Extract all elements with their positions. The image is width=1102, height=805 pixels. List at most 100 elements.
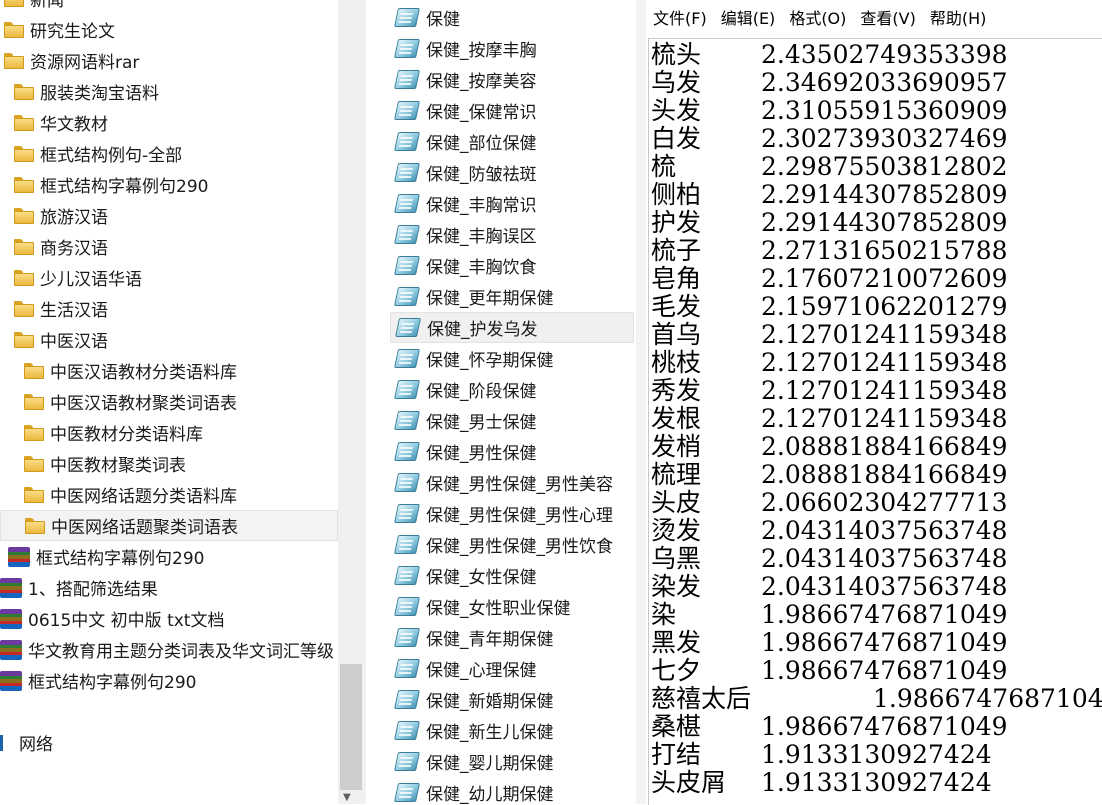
- scroll-down-arrow-icon[interactable]: ▼: [343, 792, 351, 804]
- tree-scrollbar-thumb[interactable]: [340, 664, 362, 790]
- file-list-item[interactable]: 保健_按摩美容: [390, 64, 634, 95]
- tree-item[interactable]: 中医网络话题分类语料库: [0, 479, 338, 510]
- text-line: 桑椹 1.98667476871049: [651, 713, 1008, 741]
- line-word: 染发: [651, 572, 702, 601]
- tree-item-label: 中医网络话题聚类词语表: [51, 518, 238, 538]
- text-document-icon: [393, 473, 421, 492]
- text-document-icon: [393, 380, 421, 399]
- tree-item[interactable]: 华文教育用主题分类词表及华文词汇等级: [0, 634, 338, 665]
- file-name: 保健_女性保健: [426, 568, 537, 588]
- notepad-text-area[interactable]: 梳头 2.43502749353398 乌发 2.34692033690957 头发 2.…: [648, 38, 1102, 805]
- file-list-item[interactable]: 保健_防皱祛斑: [390, 157, 634, 188]
- line-word: 侧柏: [651, 180, 702, 209]
- tree-item[interactable]: 华文教材: [0, 107, 338, 138]
- file-list-item[interactable]: 保健_心理保健: [390, 653, 634, 684]
- tree-item[interactable]: 0615中文 初中版 txt文档: [0, 603, 338, 634]
- line-score: 1.98667476871049: [761, 712, 1008, 741]
- tree-item[interactable]: 商务汉语: [0, 231, 338, 262]
- file-list-item[interactable]: 保健_男性保健_男性美容: [390, 467, 634, 498]
- tree-item-label: 生活汉语: [40, 301, 108, 321]
- tree-item[interactable]: 少儿汉语华语: [0, 262, 338, 293]
- menu-item[interactable]: 查看(V): [853, 6, 922, 32]
- text-document-icon: [393, 535, 421, 554]
- text-document-icon: [393, 101, 421, 120]
- file-list-item[interactable]: 保健_幼儿期保健: [390, 777, 634, 804]
- line-score: 2.31055915360909: [761, 96, 1008, 125]
- line-score: 2.30273930327469: [761, 124, 1008, 153]
- tree-item[interactable]: 框式结构字幕例句290: [0, 169, 338, 200]
- tree-item[interactable]: 中医教材分类语料库: [0, 417, 338, 448]
- menu-item[interactable]: 文件(F): [646, 6, 714, 32]
- tree-item[interactable]: 研究生论文: [0, 14, 338, 45]
- menu-item[interactable]: 格式(O): [782, 6, 853, 32]
- file-list-item[interactable]: 保健_按摩丰胸: [390, 33, 634, 64]
- line-word: 梳子: [651, 236, 702, 265]
- tree-scrollbar[interactable]: ▼: [338, 0, 366, 804]
- text-document-icon: [393, 349, 421, 368]
- line-word: 梳: [651, 152, 677, 181]
- tree-item[interactable]: 服装类淘宝语料: [0, 76, 338, 107]
- line-word: 头皮: [651, 488, 702, 517]
- tree-item[interactable]: 框式结构字幕例句290: [0, 541, 338, 572]
- line-score: 1.98667476871049: [761, 656, 1008, 685]
- line-word: 桃枝: [651, 348, 702, 377]
- text-document-icon: [393, 442, 421, 461]
- text-line: 头皮 2.06602304277713: [651, 489, 1008, 517]
- tree-item[interactable]: 框式结构字幕例句290: [0, 665, 338, 696]
- menu-item[interactable]: 编辑(E): [714, 6, 783, 32]
- tree-item-label: 商务汉语: [40, 239, 108, 259]
- line-score: 1.9133130927424: [761, 740, 992, 769]
- line-score: 1.98667476871049: [873, 684, 1102, 713]
- tree-item[interactable]: 中医汉语教材分类语料库: [0, 355, 338, 386]
- file-list-item[interactable]: 保健_新婚期保健: [390, 684, 634, 715]
- text-line: 护发 2.29144307852809: [651, 209, 1008, 237]
- file-list-item[interactable]: 保健_丰胸饮食: [390, 250, 634, 281]
- tree-item[interactable]: 新闻: [0, 0, 338, 14]
- file-list-item[interactable]: 保健_女性职业保健: [390, 591, 634, 622]
- text-line: 染发 2.04314037563748: [651, 573, 1008, 601]
- file-list-item[interactable]: 保健_丰胸误区: [390, 219, 634, 250]
- tree-item[interactable]: 中医汉语: [0, 324, 338, 355]
- file-list-item[interactable]: 保健_更年期保健: [390, 281, 634, 312]
- tree-item[interactable]: 中医网络话题聚类词语表: [0, 510, 338, 541]
- text-line: 梳头 2.43502749353398: [651, 41, 1008, 69]
- file-name: 保健_更年期保健: [426, 289, 554, 309]
- text-document-icon: [393, 628, 421, 647]
- file-list-item[interactable]: 保健_男性保健_男性心理: [390, 498, 634, 529]
- tree-item[interactable]: 资源网语料rar: [0, 45, 338, 76]
- file-list-item[interactable]: 保健_保健常识: [390, 95, 634, 126]
- file-list-item[interactable]: 保健_男性保健_男性饮食: [390, 529, 634, 560]
- tree-item[interactable]: 框式结构例句-全部: [0, 138, 338, 169]
- pane-divider[interactable]: [636, 0, 646, 804]
- menu-item[interactable]: 帮助(H): [923, 6, 994, 32]
- line-score: 2.34692033690957: [761, 68, 1008, 97]
- file-list-item[interactable]: 保健: [390, 2, 634, 33]
- file-list-item[interactable]: 保健_丰胸常识: [390, 188, 634, 219]
- file-list-item[interactable]: 保健_阶段保健: [390, 374, 634, 405]
- tree-item[interactable]: 中医汉语教材聚类词语表: [0, 386, 338, 417]
- notepad-window: 文件(F) 编辑(E) 格式(O) 查看(V) 帮助(H) 梳头 2.4350274935…: [646, 0, 1102, 805]
- file-list-item[interactable]: 保健_婴儿期保健: [390, 746, 634, 777]
- tree-item[interactable]: 生活汉语: [0, 293, 338, 324]
- text-line: 发根 2.12701241159348: [651, 405, 1008, 433]
- file-list-item[interactable]: 保健_怀孕期保健: [390, 343, 634, 374]
- text-line: 首乌 2.12701241159348: [651, 321, 1008, 349]
- file-list-item[interactable]: 保健_青年期保健: [390, 622, 634, 653]
- file-list-item[interactable]: 保健_新生儿保健: [390, 715, 634, 746]
- file-list-item[interactable]: 保健_部位保健: [390, 126, 634, 157]
- folder-icon: [24, 393, 44, 410]
- tree-item[interactable]: 网络: [0, 727, 338, 758]
- notepad-menubar: 文件(F) 编辑(E) 格式(O) 查看(V) 帮助(H): [646, 0, 1102, 38]
- line-word: 梳理: [651, 460, 702, 489]
- file-list-item[interactable]: 保健_女性保健: [390, 560, 634, 591]
- line-word: 毛发: [651, 292, 702, 321]
- text-line: 头发 2.31055915360909: [651, 97, 1008, 125]
- file-list-item[interactable]: 保健_护发乌发: [390, 312, 634, 343]
- file-list-item[interactable]: 保健_男性保健: [390, 436, 634, 467]
- tree-item-label: 华文教材: [40, 115, 108, 135]
- tree-item[interactable]: 1、搭配筛选结果: [0, 572, 338, 603]
- file-list-item[interactable]: 保健_男士保健: [390, 405, 634, 436]
- tree-item-label: 框式结构字幕例句290: [28, 673, 197, 693]
- tree-item[interactable]: 中医教材聚类词表: [0, 448, 338, 479]
- tree-item[interactable]: 旅游汉语: [0, 200, 338, 231]
